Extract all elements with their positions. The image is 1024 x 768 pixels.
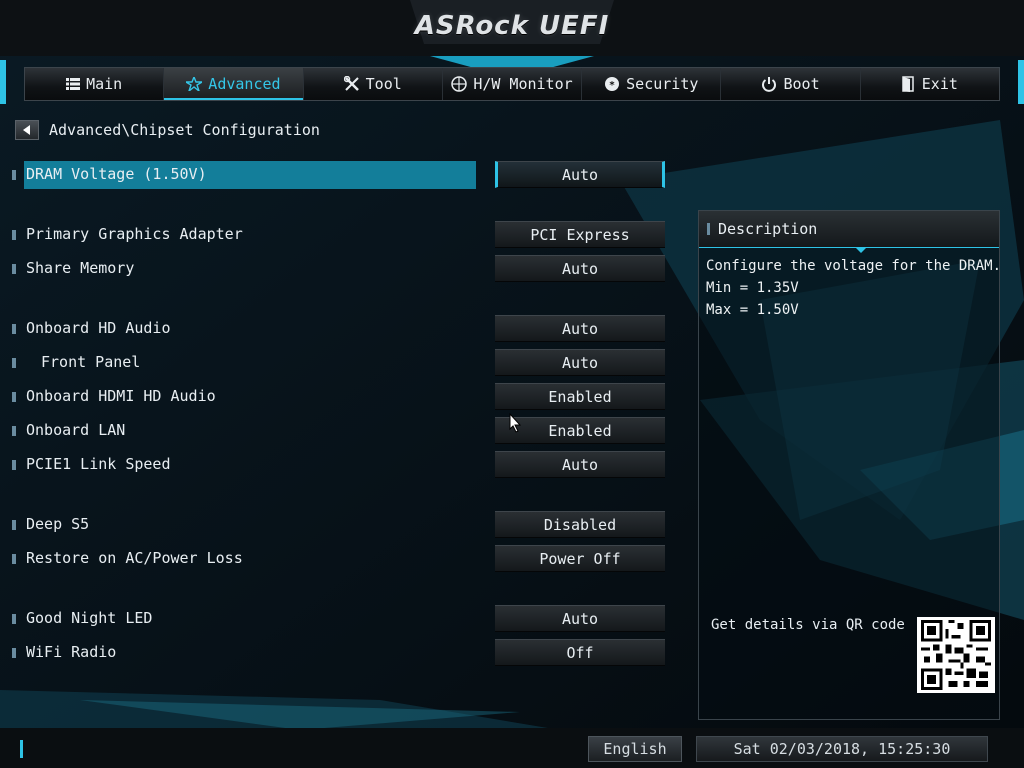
tab-advanced[interactable]: Advanced [164, 68, 304, 100]
setting-value-dropdown[interactable]: Auto [495, 349, 665, 376]
qr-caption: Get details via QR code [711, 617, 905, 633]
back-button[interactable] [15, 120, 39, 140]
main-nav: Main Advanced Tool H/W Monitor * Securit… [24, 67, 1000, 101]
right-accent-bar [1018, 60, 1024, 104]
setting-label: WiFi Radio [26, 643, 117, 661]
setting-label: Onboard LAN [26, 421, 126, 439]
row-marker [12, 392, 16, 402]
setting-value-dropdown[interactable]: Auto [495, 605, 665, 632]
tab-main[interactable]: Main [25, 68, 165, 100]
tab-advanced-label: Advanced [208, 75, 281, 93]
breadcrumb-path: Advanced\Chipset Configuration [49, 121, 320, 139]
star-icon [186, 77, 203, 91]
row-marker [12, 554, 16, 564]
tools-icon [343, 76, 359, 91]
row-marker [12, 170, 16, 180]
setting-label: Front Panel [41, 353, 141, 371]
setting-label: DRAM Voltage (1.50V) [26, 165, 207, 183]
description-text: Configure the voltage for the DRAM. [706, 258, 1002, 274]
tab-hw-monitor-label: H/W Monitor [473, 75, 573, 93]
status-bar: English Sat 02/03/2018, 15:25:30 [0, 732, 1024, 768]
tab-boot[interactable]: Boot [721, 68, 861, 100]
datetime-display: Sat 02/03/2018, 15:25:30 [696, 736, 988, 762]
header-pointer [855, 247, 867, 253]
row-marker [12, 230, 16, 240]
setting-value-dropdown[interactable]: Auto [495, 255, 665, 282]
language-button[interactable]: English [588, 736, 682, 762]
tab-boot-label: Boot [783, 75, 820, 93]
setting-value-dropdown[interactable]: Auto [495, 451, 665, 478]
breadcrumb: Advanced\Chipset Configuration [15, 120, 320, 140]
setting-label: Primary Graphics Adapter [26, 225, 243, 243]
row-marker [12, 324, 16, 334]
tab-exit[interactable]: Exit [861, 68, 999, 100]
power-icon [762, 77, 777, 92]
tab-main-label: Main [86, 75, 123, 93]
setting-label: Onboard HD Audio [26, 319, 171, 337]
mouse-cursor-icon [509, 413, 521, 433]
tab-exit-label: Exit [921, 75, 958, 93]
setting-label: Deep S5 [26, 515, 90, 533]
monitor-icon [451, 76, 468, 92]
setting-value-dropdown[interactable]: Disabled [495, 511, 665, 538]
description-text: Min = 1.35V [706, 280, 799, 296]
setting-label: PCIE1 Link Speed [26, 455, 171, 473]
description-panel: Description Configure the voltage for th… [698, 210, 1002, 720]
header-marker [707, 223, 710, 235]
qr-code-icon [917, 617, 995, 693]
tab-hw-monitor[interactable]: H/W Monitor [443, 68, 583, 100]
row-marker [12, 520, 16, 530]
description-text: Max = 1.50V [706, 302, 799, 318]
status-bar-marker [20, 740, 23, 758]
svg-text:*: * [610, 80, 616, 91]
tab-security-label: Security [626, 75, 699, 93]
tab-tool-label: Tool [365, 75, 402, 93]
setting-label: Good Night LED [26, 609, 153, 627]
row-marker [12, 264, 16, 274]
row-marker [12, 426, 16, 436]
setting-value-dropdown[interactable]: Off [495, 639, 665, 666]
back-arrow-icon [23, 125, 30, 135]
exit-icon [902, 76, 914, 92]
setting-label: Restore on AC/Power Loss [26, 549, 243, 567]
description-header: Description [699, 211, 999, 253]
setting-value-dropdown[interactable]: Auto [495, 161, 665, 188]
setting-value-dropdown[interactable]: Auto [495, 315, 665, 342]
setting-label: Share Memory [26, 259, 135, 277]
row-marker [12, 648, 16, 658]
app-title: ASRock UEFI [414, 11, 610, 41]
tab-security[interactable]: * Security [582, 68, 722, 100]
setting-value-dropdown[interactable]: PCI Express [495, 221, 665, 248]
setting-label: Onboard HDMI HD Audio [26, 387, 216, 405]
shield-icon: * [605, 77, 620, 91]
setting-value-dropdown[interactable]: Power Off [495, 545, 665, 572]
row-marker [12, 358, 16, 368]
tab-tool[interactable]: Tool [304, 68, 443, 100]
list-icon [66, 78, 81, 90]
left-accent-bar [0, 60, 6, 104]
row-marker [12, 460, 16, 470]
row-marker [12, 614, 16, 624]
description-title: Description [718, 220, 818, 238]
setting-value-dropdown[interactable]: Enabled [495, 383, 665, 410]
